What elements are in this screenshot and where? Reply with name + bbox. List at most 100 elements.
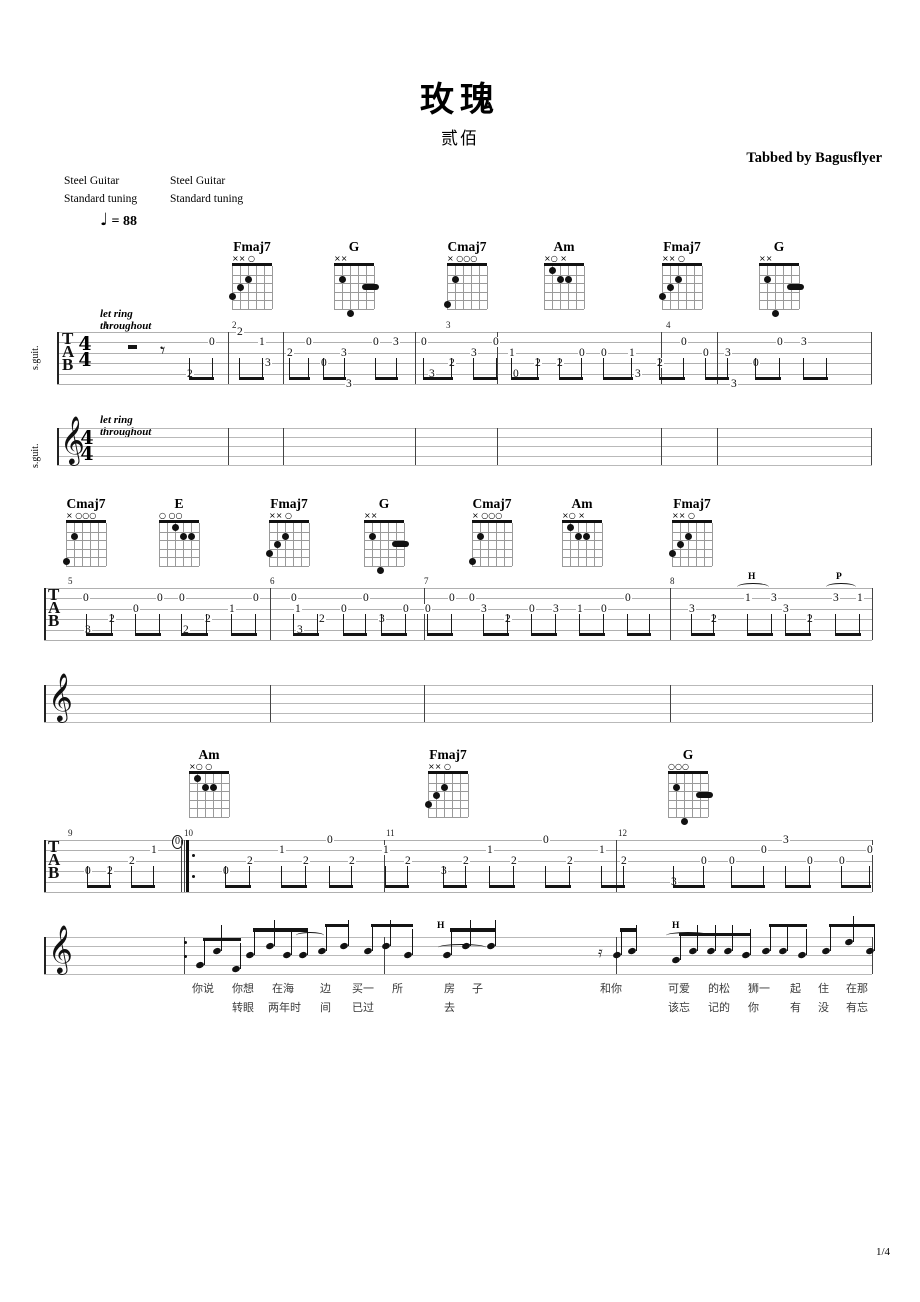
rhythm-beam [239,376,264,380]
tab-fret-number: 0 [372,336,380,349]
tab-fret-number: 2 [246,854,254,867]
chord-fretboard-grid [668,520,713,567]
quarter-rest-1: 𝄾 [160,338,166,362]
tab-clef-1: T A B [62,329,75,374]
chord-fret-line [544,300,584,302]
melody-stem [450,929,452,956]
chord-diagram: E ○ ○○ [155,497,203,567]
chord-fret-line [334,300,374,302]
chord-finger-dot [424,800,432,808]
chord-fret-line [672,531,712,533]
chord-string-line [694,266,695,309]
chord-name: Cmaj7 [472,496,512,511]
chord-finger-dot [674,275,682,283]
staff-line [44,608,872,610]
chord-fretboard-grid [468,520,513,567]
chord-diagram: Fmaj7 ×× ○ [424,748,472,818]
staff-line [57,446,872,448]
barline [424,685,425,722]
chord-finger-dot [346,310,354,317]
chord-fret-line [428,799,468,801]
chord-finger-dot [187,532,195,540]
chord-fret-line [189,817,229,818]
chord-string-line [428,774,429,817]
chord-string-line [668,774,669,817]
chord-fret-line [662,300,702,302]
melody-stem [273,920,275,947]
tab-fret-number: 1 [744,592,752,605]
chord-open-mute-markers: ×× ○ [424,762,472,771]
chord-string-line [560,266,561,309]
rhythm-beam [385,884,409,888]
lyric-syllable: 间 [320,1001,331,1014]
chord-string-line [496,523,497,566]
pull-off-mark-1: P [836,572,842,582]
time-signature-tab-1: 4 4 [78,333,92,371]
chord-string-line [602,523,603,566]
melody-stem [829,924,831,951]
composer-name: 贰佰 [441,129,479,149]
chord-open-mute-markers: × ○○○ [62,511,110,520]
chord-string-line [568,266,569,309]
chord-marker-text: ×○ × [544,254,567,263]
measure-number: 1 [104,320,109,330]
rhythm-beam [343,632,367,636]
chord-string-line [692,774,693,817]
rhythm-beam [231,632,257,636]
tab-fret-number: 0 [156,592,164,605]
chord-string-line [98,523,99,566]
staff-line [44,685,872,686]
lyric-syllable: 房 [444,982,455,995]
tab-fret-number: 3 [730,378,738,390]
staff-line [57,332,872,333]
chord-finger-dot [62,558,70,566]
tab-clef-3: T A B [48,837,61,882]
chord-fret-line [269,557,309,559]
chord-fret-line [232,309,272,310]
barline [872,588,873,640]
rhythm-beam [511,376,539,380]
lyric-syllable: 没 [818,1001,829,1014]
chord-nut [428,771,468,774]
rhythm-beam [659,376,685,380]
chord-marker-text: ×× [334,254,348,263]
tab-fret-number: 1 [598,844,606,857]
chord-name: G [378,496,390,511]
chord-nut [189,771,229,774]
chord-nut [668,771,708,774]
chord-marker-text: ×× ○ [269,511,292,520]
chord-finger-dot [70,532,78,540]
notation-staff-2 [44,685,873,723]
chord-fret-line [662,309,702,310]
tab-fret-number: 3 [782,834,790,846]
chord-fretboard-grid [62,520,107,567]
tab-fret-number: 2 [318,613,326,626]
chord-diagram: G ×× [360,496,409,574]
chord-string-line [455,266,456,309]
barline [871,332,872,384]
chord-fret-line [472,557,512,559]
chord-open-mute-markers: × ○○○ [468,511,516,520]
chord-string-line [783,266,784,309]
tab-fret-number: 2 [286,346,294,359]
chord-string-line [562,523,563,566]
chord-marker-text: ○ ○○ [159,511,183,520]
tab-fret-number: 2 [302,854,310,867]
tab-fret-number: 0 [402,602,410,615]
chord-string-line [678,266,679,309]
measure-number: 12 [618,828,627,838]
tab-fret-number: 2 [348,854,356,867]
chord-name: Fmaj7 [233,239,271,254]
tab-staff-1 [57,332,872,386]
chord-nut [269,520,309,523]
chord-string-line [191,523,192,566]
chord-string-line [676,774,677,817]
measure-number: 3 [446,320,451,330]
chord-string-line [672,523,673,566]
chord-fret-line [334,291,374,293]
staff-line [44,850,872,852]
tab-fret-number: 3 [688,602,696,615]
rhythm-beam [375,376,398,380]
chord-fret-line [668,817,708,818]
lyric-syllable: 可爱 [668,982,690,995]
